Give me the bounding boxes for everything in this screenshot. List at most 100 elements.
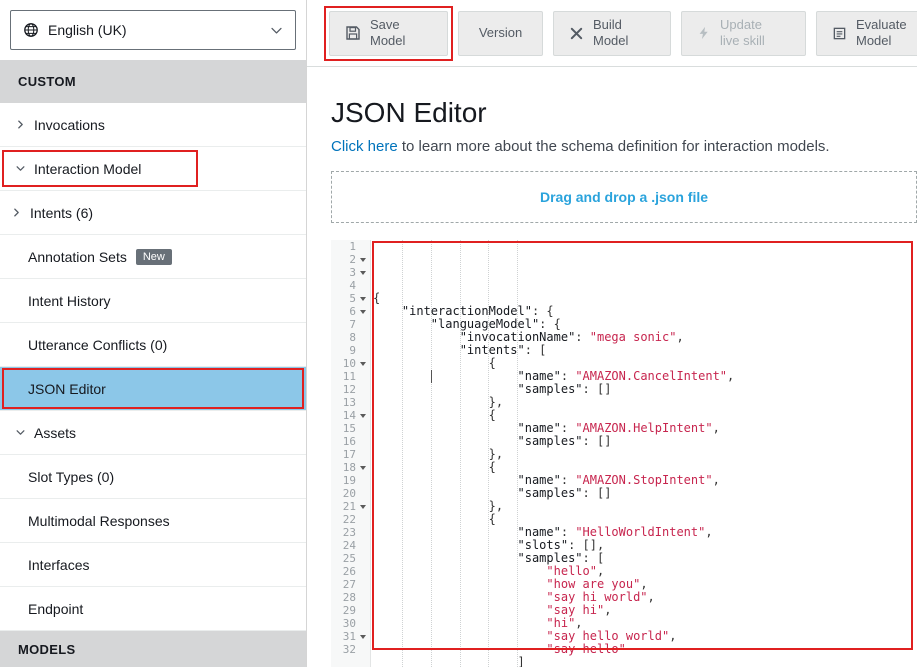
gutter-line: 28 bbox=[331, 591, 370, 604]
fold-toggle-icon[interactable] bbox=[358, 294, 367, 303]
subtitle-text: to learn more about the schema definitio… bbox=[398, 138, 830, 155]
fold-toggle-icon[interactable] bbox=[358, 463, 367, 472]
evaluate-model-button[interactable]: Evaluate Model bbox=[816, 11, 917, 56]
gutter-line: 6 bbox=[331, 305, 370, 318]
fold-spacer bbox=[358, 424, 367, 433]
line-number: 14 bbox=[343, 409, 356, 422]
fold-spacer bbox=[358, 593, 367, 602]
fold-spacer bbox=[358, 476, 367, 485]
sidebar-item-label: Intents (6) bbox=[30, 205, 93, 221]
line-number: 10 bbox=[343, 357, 356, 370]
fold-spacer bbox=[358, 320, 367, 329]
sidebar-item-json-editor[interactable]: JSON Editor bbox=[0, 367, 306, 411]
json-code-editor[interactable]: 1234567891011121314151617181920212223242… bbox=[331, 240, 917, 667]
gutter-line: 15 bbox=[331, 422, 370, 435]
fold-toggle-icon[interactable] bbox=[358, 268, 367, 277]
page-title: JSON Editor bbox=[331, 97, 917, 129]
fold-toggle-icon[interactable] bbox=[358, 502, 367, 511]
fold-toggle-icon[interactable] bbox=[358, 359, 367, 368]
line-number: 15 bbox=[343, 422, 356, 435]
sidebar-item-intents-6[interactable]: Intents (6) bbox=[0, 191, 306, 235]
sidebar-item-label: Intent History bbox=[28, 293, 110, 309]
fold-spacer bbox=[358, 606, 367, 615]
language-selector[interactable]: English (UK) bbox=[10, 10, 296, 50]
button-label: Save Model bbox=[370, 17, 432, 48]
sidebar-item-interfaces[interactable]: Interfaces bbox=[0, 543, 306, 587]
update-live-skill-button[interactable]: Update live skill bbox=[681, 11, 806, 56]
json-dropzone[interactable]: Drag and drop a .json file bbox=[331, 171, 917, 223]
fold-spacer bbox=[358, 333, 367, 342]
sidebar-item-intent-history[interactable]: Intent History bbox=[0, 279, 306, 323]
line-number: 11 bbox=[343, 370, 356, 383]
fold-toggle-icon[interactable] bbox=[358, 307, 367, 316]
editor-code-area[interactable]: { "interactionModel": { "languageModel":… bbox=[371, 240, 917, 667]
gutter-line: 32 bbox=[331, 643, 370, 656]
globe-icon bbox=[23, 22, 39, 38]
sidebar-item-interaction-model[interactable]: Interaction Model bbox=[0, 147, 306, 191]
toolbar-button-wrap: Build Model bbox=[553, 11, 671, 56]
content: JSON Editor Click here to learn more abo… bbox=[307, 67, 917, 667]
gutter-line: 8 bbox=[331, 331, 370, 344]
sidebar-item-slot-types-0[interactable]: Slot Types (0) bbox=[0, 455, 306, 499]
line-number: 23 bbox=[343, 526, 356, 539]
gutter-line: 17 bbox=[331, 448, 370, 461]
gutter-line: 25 bbox=[331, 552, 370, 565]
line-number: 16 bbox=[343, 435, 356, 448]
build-model-button[interactable]: Build Model bbox=[553, 11, 671, 56]
line-number: 18 bbox=[343, 461, 356, 474]
main-panel: Save Model Version Build ModelUpdate live … bbox=[307, 0, 917, 667]
sidebar-item-label: Multimodal Responses bbox=[28, 513, 170, 529]
text-cursor bbox=[431, 370, 432, 383]
fold-spacer bbox=[358, 346, 367, 355]
sidebar-item-annotation-sets[interactable]: Annotation SetsNew bbox=[0, 235, 306, 279]
gutter-line: 11 bbox=[331, 370, 370, 383]
sidebar-item-label: Interfaces bbox=[28, 557, 89, 573]
fold-spacer bbox=[358, 437, 367, 446]
version-button[interactable]: Version bbox=[458, 11, 543, 56]
toolbar-button-wrap: Save Model bbox=[329, 11, 448, 56]
fold-toggle-icon[interactable] bbox=[358, 411, 367, 420]
button-label: Version bbox=[479, 25, 522, 41]
line-number: 27 bbox=[343, 578, 356, 591]
gutter-line: 24 bbox=[331, 539, 370, 552]
section-header-models: MODELS bbox=[0, 631, 306, 667]
fold-spacer bbox=[358, 567, 367, 576]
gutter-line: 7 bbox=[331, 318, 370, 331]
sidebar-item-invocations[interactable]: Invocations bbox=[0, 103, 306, 147]
sidebar-item-label: Annotation Sets bbox=[28, 249, 127, 265]
code-line[interactable]: ] bbox=[373, 656, 917, 667]
language-label: English (UK) bbox=[48, 22, 127, 38]
fold-toggle-icon[interactable] bbox=[358, 632, 367, 641]
sidebar-item-label: JSON Editor bbox=[28, 381, 106, 397]
sidebar-item-assets[interactable]: Assets bbox=[0, 411, 306, 455]
line-number: 28 bbox=[343, 591, 356, 604]
line-number: 19 bbox=[343, 474, 356, 487]
learn-more-link[interactable]: Click here bbox=[331, 138, 398, 155]
gutter-line: 4 bbox=[331, 279, 370, 292]
fold-spacer bbox=[358, 515, 367, 524]
sidebar-item-label: Assets bbox=[34, 425, 76, 441]
line-number: 21 bbox=[343, 500, 356, 513]
build-icon bbox=[569, 26, 584, 41]
line-number: 3 bbox=[349, 266, 356, 279]
save-model-button[interactable]: Save Model bbox=[329, 11, 448, 56]
line-number: 7 bbox=[349, 318, 356, 331]
sidebar-item-multimodal-responses[interactable]: Multimodal Responses bbox=[0, 499, 306, 543]
section-header-custom: CUSTOM bbox=[0, 60, 306, 103]
fold-toggle-icon[interactable] bbox=[358, 255, 367, 264]
gutter-line: 22 bbox=[331, 513, 370, 526]
line-number: 13 bbox=[343, 396, 356, 409]
fold-spacer bbox=[358, 645, 367, 654]
fold-spacer bbox=[358, 528, 367, 537]
sidebar-item-utterance-conflicts-0[interactable]: Utterance Conflicts (0) bbox=[0, 323, 306, 367]
fold-spacer bbox=[358, 580, 367, 589]
gutter-line: 14 bbox=[331, 409, 370, 422]
gutter-line: 13 bbox=[331, 396, 370, 409]
line-number: 12 bbox=[343, 383, 356, 396]
gutter-line: 29 bbox=[331, 604, 370, 617]
sidebar-item-endpoint[interactable]: Endpoint bbox=[0, 587, 306, 631]
fold-spacer bbox=[358, 372, 367, 381]
button-label: Evaluate Model bbox=[856, 17, 917, 48]
fold-spacer bbox=[358, 398, 367, 407]
sidebar-item-label: Slot Types (0) bbox=[28, 469, 114, 485]
